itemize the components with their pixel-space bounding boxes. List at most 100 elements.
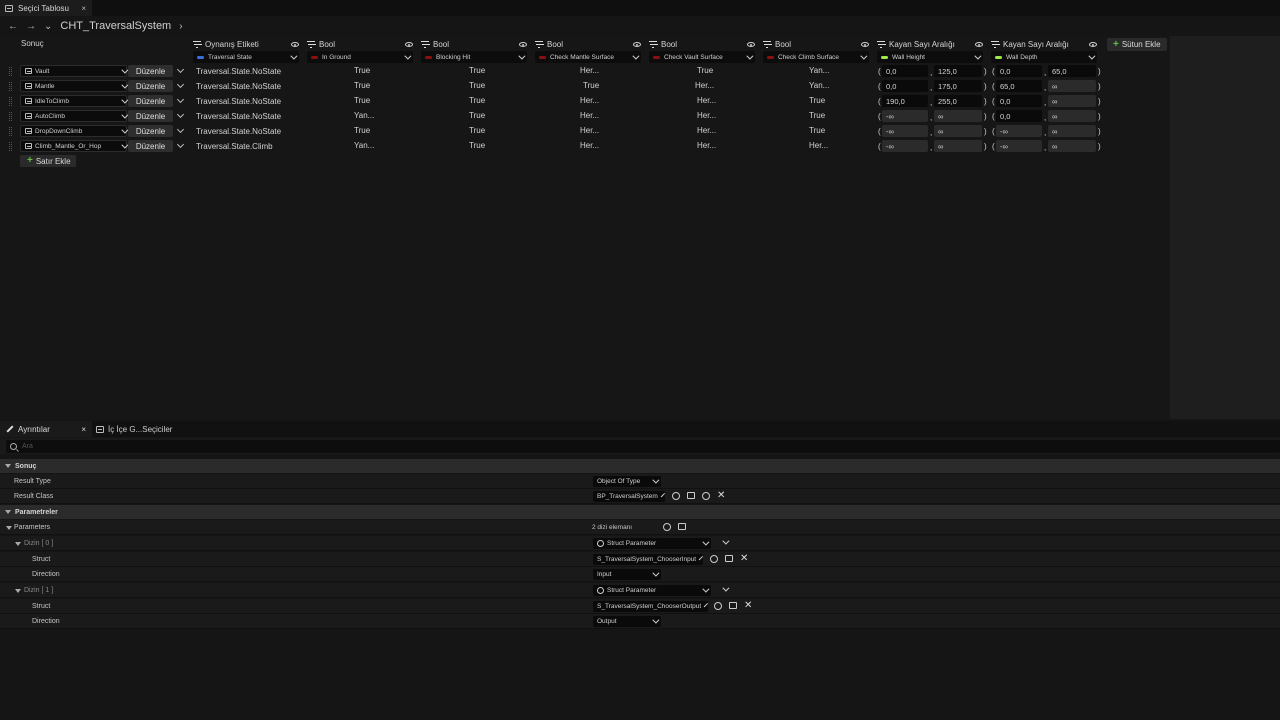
result-type-dropdown[interactable]: Object Of Type bbox=[593, 476, 661, 487]
wall-depth-min-input[interactable]: 65,0 bbox=[996, 80, 1042, 92]
row-drag-handle[interactable] bbox=[9, 97, 12, 106]
expand-arrow-icon[interactable] bbox=[15, 589, 21, 593]
row-result-selector[interactable]: IdleToClimb bbox=[20, 95, 129, 107]
clear-icon[interactable]: ✕ bbox=[744, 601, 752, 611]
column-property-dropdown-6[interactable]: Wall Height bbox=[877, 51, 983, 63]
cell-traversal-state[interactable]: Traversal.State.NoState bbox=[196, 82, 281, 91]
cell-bool[interactable]: Her... bbox=[580, 96, 599, 105]
row-result-selector[interactable]: DropDownClimb bbox=[20, 125, 129, 137]
wall-depth-max-input[interactable]: ∞ bbox=[1048, 140, 1096, 152]
eye-icon[interactable] bbox=[975, 42, 983, 47]
filter-icon[interactable] bbox=[649, 41, 657, 48]
edit-button[interactable]: Düzenle bbox=[128, 125, 173, 137]
add-element-icon[interactable] bbox=[663, 523, 671, 531]
wall-height-min-input[interactable]: 190,0 bbox=[882, 95, 928, 107]
eye-icon[interactable] bbox=[405, 42, 413, 47]
row-drag-handle[interactable] bbox=[9, 127, 12, 136]
cell-bool[interactable]: True bbox=[809, 126, 825, 135]
cell-bool[interactable]: True bbox=[469, 141, 485, 150]
section-parameters[interactable]: Parametreler bbox=[0, 505, 1280, 519]
row-drag-handle[interactable] bbox=[9, 82, 12, 91]
wall-depth-min-input[interactable]: 0,0 bbox=[996, 95, 1042, 107]
struct-0-dropdown[interactable]: S_TraversalSystem_ChooserInput bbox=[593, 554, 704, 565]
tab-chooser-table[interactable]: Seçici Tablosu × bbox=[0, 0, 92, 16]
trash-icon[interactable] bbox=[678, 523, 686, 530]
cell-bool[interactable]: Her... bbox=[697, 141, 716, 150]
wall-depth-max-input[interactable]: ∞ bbox=[1048, 95, 1096, 107]
eye-icon[interactable] bbox=[519, 42, 527, 47]
row-result-selector[interactable]: Mantle bbox=[20, 80, 129, 92]
wall-depth-min-input[interactable]: -∞ bbox=[996, 140, 1042, 152]
direction-1-dropdown[interactable]: Output bbox=[593, 616, 661, 627]
column-property-dropdown-1[interactable]: In Ground bbox=[307, 51, 413, 63]
cell-traversal-state[interactable]: Traversal.State.Climb bbox=[196, 142, 273, 151]
wall-depth-min-input[interactable]: -∞ bbox=[996, 125, 1042, 137]
wall-height-max-input[interactable]: 175,0 bbox=[934, 80, 982, 92]
use-selected-icon[interactable] bbox=[714, 602, 722, 610]
wall-depth-max-input[interactable]: ∞ bbox=[1048, 80, 1096, 92]
wall-height-min-input[interactable]: 0,0 bbox=[882, 65, 928, 77]
cell-bool[interactable]: Her... bbox=[580, 126, 599, 135]
cell-traversal-state[interactable]: Traversal.State.NoState bbox=[196, 67, 281, 76]
filter-icon[interactable] bbox=[763, 41, 771, 48]
edit-button[interactable]: Düzenle bbox=[128, 65, 173, 77]
cell-bool[interactable]: Her... bbox=[697, 111, 716, 120]
cell-bool[interactable]: True bbox=[354, 66, 370, 75]
expand-arrow-icon[interactable] bbox=[15, 542, 21, 546]
array-1-type-dropdown[interactable]: Struct Parameter bbox=[593, 585, 711, 596]
browse-folder-icon[interactable] bbox=[687, 492, 695, 499]
column-property-dropdown-3[interactable]: Check Mantle Surface bbox=[535, 51, 641, 63]
edit-button[interactable]: Düzenle bbox=[128, 140, 173, 152]
edit-button[interactable]: Düzenle bbox=[128, 95, 173, 107]
cell-bool[interactable]: Her... bbox=[580, 141, 599, 150]
forward-arrow-icon[interactable]: → bbox=[26, 21, 36, 32]
wall-depth-min-input[interactable]: 0,0 bbox=[996, 110, 1042, 122]
section-result[interactable]: Sonuç bbox=[0, 459, 1280, 473]
cell-bool[interactable]: True bbox=[469, 66, 485, 75]
column-property-dropdown-4[interactable]: Check Vault Surface bbox=[649, 51, 755, 63]
cell-bool[interactable]: Yan... bbox=[354, 111, 374, 120]
wall-height-min-input[interactable]: -∞ bbox=[882, 110, 928, 122]
cell-bool[interactable]: True bbox=[697, 66, 713, 75]
back-arrow-icon[interactable]: ← bbox=[8, 21, 18, 32]
wall-depth-max-input[interactable]: ∞ bbox=[1048, 110, 1096, 122]
browse-folder-icon[interactable] bbox=[729, 602, 737, 609]
wall-height-max-input[interactable]: 255,0 bbox=[934, 95, 982, 107]
cell-bool[interactable]: True bbox=[469, 126, 485, 135]
column-property-dropdown-5[interactable]: Check Climb Surface bbox=[763, 51, 869, 63]
array-0-type-dropdown[interactable]: Struct Parameter bbox=[593, 538, 711, 549]
clear-icon[interactable]: ✕ bbox=[717, 491, 725, 501]
wall-height-min-input[interactable]: -∞ bbox=[882, 140, 928, 152]
row-result-selector[interactable]: Climb_Mantle_Or_Hop bbox=[20, 140, 129, 152]
cell-bool[interactable]: Yan... bbox=[354, 141, 374, 150]
cell-bool[interactable]: Yan... bbox=[809, 66, 829, 75]
wall-depth-max-input[interactable]: 65,0 bbox=[1048, 65, 1096, 77]
filter-icon[interactable] bbox=[877, 41, 885, 48]
row-result-selector[interactable]: Vault bbox=[20, 65, 129, 77]
result-class-dropdown[interactable]: BP_TraversalSystem bbox=[593, 491, 665, 502]
add-row-button[interactable]: + Satır Ekle bbox=[20, 155, 76, 167]
eye-icon[interactable] bbox=[633, 42, 641, 47]
wall-height-min-input[interactable]: 0,0 bbox=[882, 80, 928, 92]
cell-bool[interactable]: True bbox=[809, 96, 825, 105]
tab-nested-choosers[interactable]: İç İçe G...Seçiciler bbox=[96, 421, 172, 437]
wall-height-min-input[interactable]: -∞ bbox=[882, 125, 928, 137]
cell-traversal-state[interactable]: Traversal.State.NoState bbox=[196, 97, 281, 106]
row-drag-handle[interactable] bbox=[9, 112, 12, 121]
row-result-selector[interactable]: AutoClimb bbox=[20, 110, 129, 122]
cell-bool[interactable]: True bbox=[354, 126, 370, 135]
cell-bool[interactable]: Her... bbox=[580, 66, 599, 75]
use-selected-icon[interactable] bbox=[710, 555, 718, 563]
close-icon[interactable]: × bbox=[81, 425, 86, 434]
wall-height-max-input[interactable]: ∞ bbox=[934, 140, 982, 152]
tab-details[interactable]: Ayrıntılar × bbox=[0, 421, 92, 437]
add-column-button[interactable]: + Sütun Ekle bbox=[1107, 38, 1167, 51]
history-dropdown-icon[interactable]: ⌄ bbox=[44, 21, 52, 32]
direction-0-dropdown[interactable]: Input bbox=[593, 569, 661, 580]
eye-icon[interactable] bbox=[861, 42, 869, 47]
column-property-dropdown-2[interactable]: Blocking Hit bbox=[421, 51, 527, 63]
close-icon[interactable]: × bbox=[81, 4, 86, 13]
row-drag-handle[interactable] bbox=[9, 142, 12, 151]
cell-bool[interactable]: Her... bbox=[809, 141, 828, 150]
column-property-dropdown-7[interactable]: Wall Depth bbox=[991, 51, 1097, 63]
